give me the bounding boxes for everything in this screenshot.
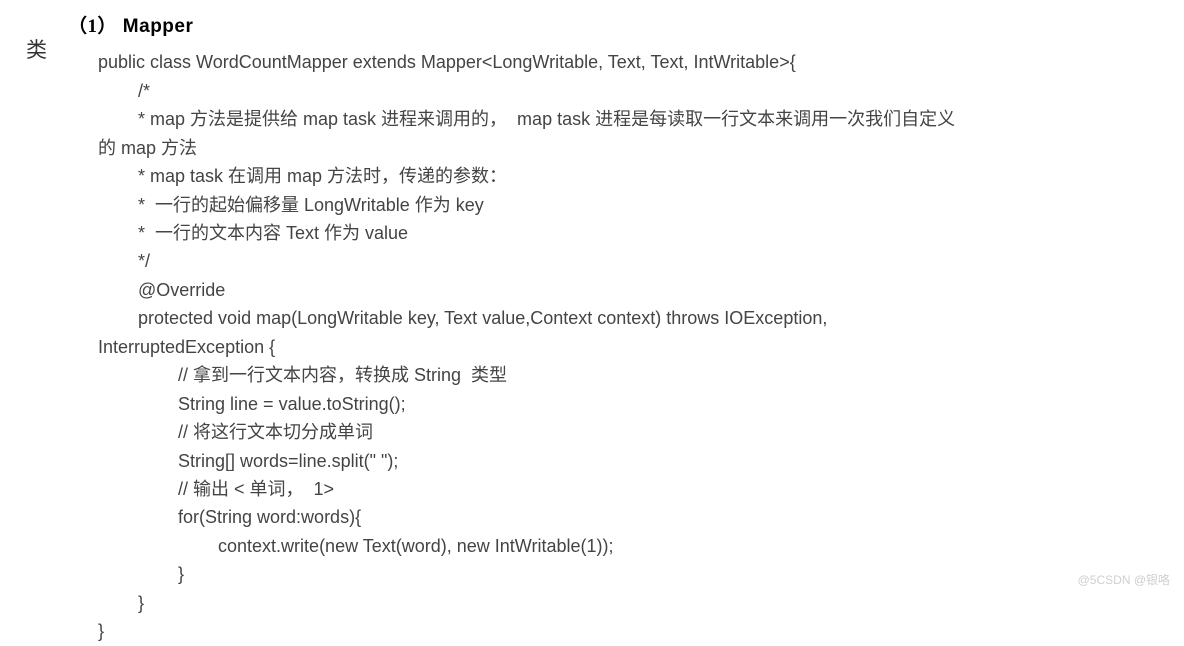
watermark: @5CSDN @银咯 <box>1078 571 1170 590</box>
code-line: } <box>98 560 1164 588</box>
code-line: * 一行的起始偏移量 LongWritable 作为 key <box>98 191 1164 219</box>
code-line: // 拿到一行文本内容，转换成 String 类型 <box>98 361 1164 389</box>
code-line: * map task 在调用 map 方法时，传递的参数： <box>98 162 1164 190</box>
code-line: String[] words=line.split(" "); <box>98 447 1164 475</box>
section-heading: （1） Mapper <box>68 12 1164 42</box>
code-line: context.write(new Text(word), new IntWri… <box>98 532 1164 560</box>
code-line: } <box>98 617 1164 645</box>
code-block: public class WordCountMapper extends Map… <box>68 48 1164 645</box>
code-line: protected void map(LongWritable key, Tex… <box>98 304 1164 332</box>
side-label: 类 <box>26 34 47 68</box>
code-line: * 一行的文本内容 Text 作为 value <box>98 219 1164 247</box>
heading-number: （1） <box>68 16 117 37</box>
code-line: for(String word:words){ <box>98 503 1164 531</box>
content-area: （1） Mapper public class WordCountMapper … <box>68 12 1184 646</box>
heading-title: Mapper <box>123 16 194 37</box>
code-line: /* <box>98 77 1164 105</box>
code-line: String line = value.toString(); <box>98 390 1164 418</box>
code-line: // 输出 < 单词， 1> <box>98 475 1164 503</box>
code-line: * map 方法是提供给 map task 进程来调用的， map task 进… <box>98 105 1164 133</box>
code-line: } <box>98 589 1164 617</box>
code-line: */ <box>98 247 1164 275</box>
code-line-wrap: 的 map 方法 <box>98 134 1164 162</box>
code-line: // 将这行文本切分成单词 <box>98 418 1164 446</box>
code-line: public class WordCountMapper extends Map… <box>98 48 1164 76</box>
code-line: @Override <box>98 276 1164 304</box>
code-line-wrap: InterruptedException { <box>98 333 1164 361</box>
